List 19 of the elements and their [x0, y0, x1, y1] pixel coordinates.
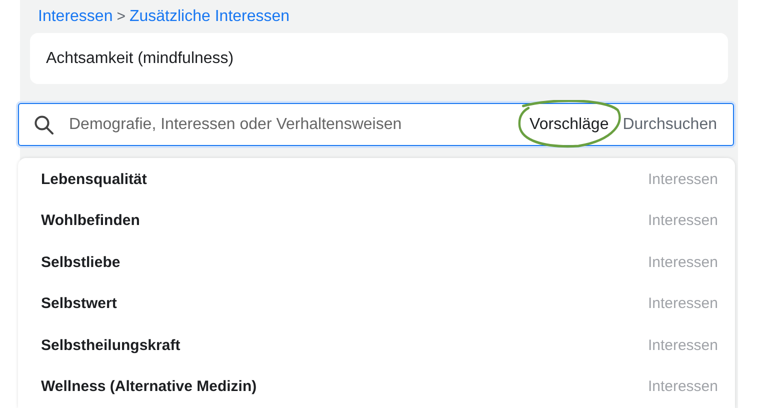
- suggestion-name[interactable]: Selbstwert: [41, 293, 117, 316]
- suggestion-category: Interessen: [648, 211, 718, 231]
- suggestion-category: Interessen: [648, 170, 718, 190]
- suggestion-name[interactable]: Selbstheilungskraft: [41, 334, 180, 357]
- search-field[interactable]: Demografie, Interessen oder Verhaltensweisen Vorschläge Durchsuchen: [18, 103, 734, 146]
- suggestion-category: Interessen: [648, 336, 718, 356]
- suggestion-category: Interessen: [648, 252, 718, 272]
- search-tab[interactable]: Durchsuchen: [620, 112, 719, 136]
- suggestion-category: Interessen: [648, 294, 718, 314]
- selected-interest: Achtsamkeit (mindfulness): [30, 33, 728, 84]
- suggestion-name[interactable]: Lebensqualität: [41, 168, 147, 191]
- suggestion-category: Interessen: [648, 377, 718, 397]
- breadcrumb-link[interactable]: Interessen: [38, 5, 113, 29]
- breadcrumb-link[interactable]: Zusätzliche Interessen: [129, 5, 290, 29]
- breadcrumb-separator: >: [116, 6, 126, 27]
- search-tab[interactable]: Vorschläge: [518, 112, 621, 136]
- suggestion-name[interactable]: Selbstliebe: [41, 252, 120, 274]
- suggestion-name[interactable]: Wohlbefinden: [41, 210, 140, 232]
- suggestion-name[interactable]: Wellness (Alternative Medizin): [41, 376, 257, 398]
